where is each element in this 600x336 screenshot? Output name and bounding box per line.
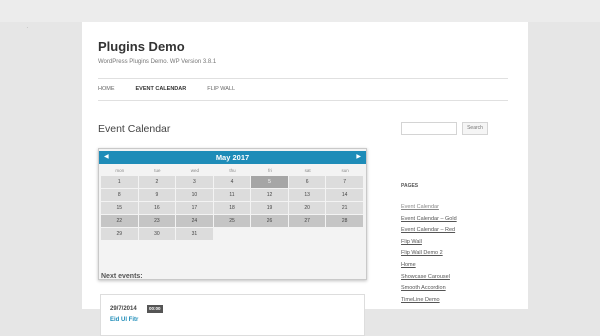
- site-description: WordPress Plugins Demo. WP Version 3.8.1: [98, 59, 217, 65]
- weekday-label: sat: [304, 168, 311, 173]
- calendar-day[interactable]: 11: [213, 189, 251, 201]
- calendar-week: 22 23 24 25 26 27 28: [101, 215, 364, 227]
- calendar-day[interactable]: 3: [176, 176, 213, 188]
- calendar-day[interactable]: 4: [213, 176, 251, 188]
- calendar-day[interactable]: 15: [101, 202, 138, 214]
- calendar-header: May 2017 ◀ ▶: [99, 151, 366, 164]
- nav-item-flip-wall[interactable]: FLIP WALL: [207, 84, 235, 98]
- calendar-day[interactable]: 24: [176, 215, 213, 227]
- weekday-label: sun: [341, 168, 349, 173]
- main-navigation: HOME EVENT CALENDAR FLIP WALL: [98, 84, 256, 98]
- calendar-day-empty: [251, 228, 288, 240]
- calendar-day[interactable]: 27: [288, 215, 326, 227]
- page-link-event-calendar[interactable]: Event Calendar: [401, 202, 457, 214]
- calendar-day[interactable]: 25: [213, 215, 251, 227]
- search-button[interactable]: Search: [462, 122, 488, 135]
- calendar-day[interactable]: 1: [101, 176, 138, 188]
- page-link-smooth-accordion[interactable]: Smooth Accordion: [401, 283, 457, 295]
- page-link-home[interactable]: Home: [401, 260, 457, 272]
- nav-item-event-calendar[interactable]: EVENT CALENDAR: [136, 84, 187, 98]
- calendar-day[interactable]: 7: [326, 176, 363, 188]
- next-events-heading: Next events:: [101, 273, 143, 280]
- calendar-week: 15 16 17 18 19 20 21: [101, 202, 364, 214]
- calendar-day-empty: [326, 228, 363, 240]
- pages-widget-title: PAGES: [401, 183, 419, 189]
- page-link-flip-wall[interactable]: Flip Wall: [401, 237, 457, 249]
- corner-mark-icon: ·: [26, 23, 29, 32]
- calendar-day[interactable]: 9: [138, 189, 176, 201]
- calendar-day[interactable]: 6: [288, 176, 326, 188]
- calendar-day[interactable]: 18: [213, 202, 251, 214]
- calendar-week: 8 9 10 11 12 13 14: [101, 189, 364, 201]
- page-link-event-calendar-gold[interactable]: Event Calendar – Gold: [401, 214, 457, 226]
- site-title[interactable]: Plugins Demo: [98, 39, 185, 54]
- calendar-day[interactable]: 8: [101, 189, 138, 201]
- search-input[interactable]: [401, 122, 457, 135]
- calendar-day[interactable]: 26: [251, 215, 288, 227]
- event-date: 29/7/2014: [110, 306, 137, 312]
- page-link-flip-wall-demo-2[interactable]: Flip Wall Demo 2: [401, 248, 457, 260]
- calendar-month-label: May 2017: [215, 153, 250, 162]
- calendar-day[interactable]: 31: [176, 228, 213, 240]
- pages-list: Event Calendar Event Calendar – Gold Eve…: [401, 202, 457, 306]
- calendar-day[interactable]: 14: [326, 189, 363, 201]
- calendar-day[interactable]: 21: [326, 202, 363, 214]
- calendar-day[interactable]: 23: [138, 215, 176, 227]
- calendar-day[interactable]: 13: [288, 189, 326, 201]
- page-link-timeline-demo[interactable]: TimeLine Demo: [401, 295, 457, 307]
- event-time-badge: 00:00: [147, 305, 163, 313]
- calendar-day[interactable]: 19: [251, 202, 288, 214]
- weekday-label: wed: [190, 168, 200, 173]
- weekday-label: thu: [229, 168, 236, 173]
- page-title: Event Calendar: [98, 123, 171, 135]
- calendar-week: 29 30 31: [101, 228, 364, 240]
- calendar-grid: mon tue wed thu fri sat sun 1 2 3 4 5 6 …: [101, 167, 364, 240]
- event-item: 29/7/2014 00:00 Eid Ul Fitr: [100, 294, 365, 336]
- weekday-label: fri: [268, 168, 272, 173]
- weekday-label: tue: [154, 168, 161, 173]
- calendar-day[interactable]: 30: [138, 228, 176, 240]
- weekday-label: mon: [115, 168, 125, 173]
- calendar-day[interactable]: 2: [138, 176, 176, 188]
- calendar-day[interactable]: 12: [251, 189, 288, 201]
- page-container: Plugins Demo WordPress Plugins Demo. WP …: [82, 22, 528, 336]
- calendar-day-empty: [214, 228, 251, 240]
- event-title-link[interactable]: Eid Ul Fitr: [110, 317, 138, 323]
- divider: [98, 100, 508, 101]
- calendar-week: 1 2 3 4 5 6 7: [101, 176, 364, 188]
- calendar-day[interactable]: 10: [176, 189, 213, 201]
- calendar-day[interactable]: 20: [288, 202, 326, 214]
- left-triangle-icon[interactable]: ◀: [104, 151, 109, 164]
- calendar-day-today[interactable]: 5: [251, 176, 288, 188]
- divider: [98, 78, 508, 79]
- weekday-row: mon tue wed thu fri sat sun: [101, 167, 364, 175]
- right-triangle-icon[interactable]: ▶: [356, 151, 361, 164]
- calendar-day[interactable]: 22: [101, 215, 138, 227]
- page-link-showcase-carousel[interactable]: Showcase Carousel: [401, 272, 457, 284]
- event-calendar-widget: May 2017 ◀ ▶ mon tue wed thu fri sat sun…: [98, 148, 367, 280]
- calendar-day[interactable]: 17: [176, 202, 213, 214]
- admin-bar: [0, 0, 600, 22]
- calendar-day-empty: [289, 228, 326, 240]
- nav-item-home[interactable]: HOME: [98, 84, 115, 98]
- calendar-day[interactable]: 16: [138, 202, 176, 214]
- calendar-day[interactable]: 29: [101, 228, 138, 240]
- calendar-day[interactable]: 28: [326, 215, 363, 227]
- page-link-event-calendar-red[interactable]: Event Calendar – Red: [401, 225, 457, 237]
